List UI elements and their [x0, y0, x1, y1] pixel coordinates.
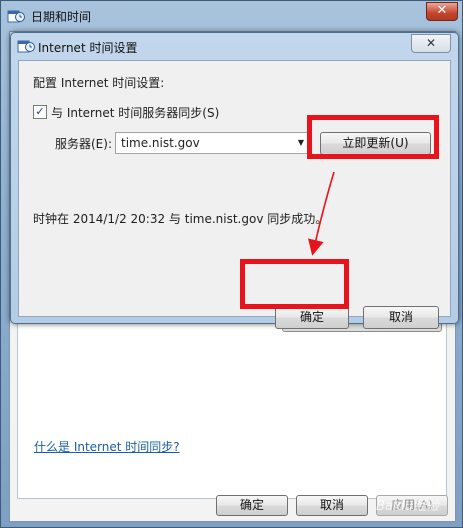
internet-time-settings-dialog: Internet 时间设置 ✕ 配置 Internet 时间设置: ✓ 与 In…: [10, 32, 459, 329]
sync-checkbox-label[interactable]: 与 Internet 时间服务器同步(S): [51, 104, 219, 121]
outer-tab-panel: [17, 322, 447, 499]
server-value: time.nist.gov: [121, 136, 200, 150]
dialog-ok-button[interactable]: 确定: [275, 306, 349, 329]
internet-time-help-link[interactable]: 什么是 Internet 时间同步?: [34, 438, 180, 455]
watermark: Baidu经验: [376, 499, 439, 514]
sync-checkbox[interactable]: ✓: [33, 105, 47, 119]
server-select[interactable]: time.nist.gov ▼: [115, 132, 309, 154]
outer-titlebar[interactable]: 日期和时间 ✕: [1, 1, 463, 31]
sync-status-text: 时钟在 2014/1/2 20:32 与 time.nist.gov 同步成功。: [33, 212, 328, 226]
dialog-titlebar[interactable]: Internet 时间设置 ✕: [11, 33, 458, 59]
dialog-title: Internet 时间设置: [38, 41, 138, 55]
dialog-heading: 配置 Internet 时间设置:: [33, 76, 165, 90]
date-time-window-icon: [7, 10, 25, 23]
close-icon: ✕: [425, 36, 437, 50]
server-label: 服务器(E):: [55, 137, 112, 151]
dialog-client: 配置 Internet 时间设置: ✓ 与 Internet 时间服务器同步(S…: [18, 60, 451, 329]
outer-ok-button[interactable]: 确定: [216, 495, 288, 516]
date-time-dialog-icon: [17, 40, 35, 53]
ok-button-highlight: [240, 259, 349, 309]
dialog-close-button[interactable]: ✕: [411, 34, 451, 53]
dialog-cancel-button[interactable]: 取消: [363, 306, 439, 329]
outer-window-title: 日期和时间: [31, 10, 92, 24]
close-icon: ✕: [436, 3, 448, 18]
update-button-highlight: [307, 115, 439, 159]
outer-cancel-button[interactable]: 取消: [296, 495, 368, 516]
outer-close-button[interactable]: ✕: [426, 2, 458, 21]
chevron-down-icon[interactable]: ▼: [298, 138, 304, 147]
